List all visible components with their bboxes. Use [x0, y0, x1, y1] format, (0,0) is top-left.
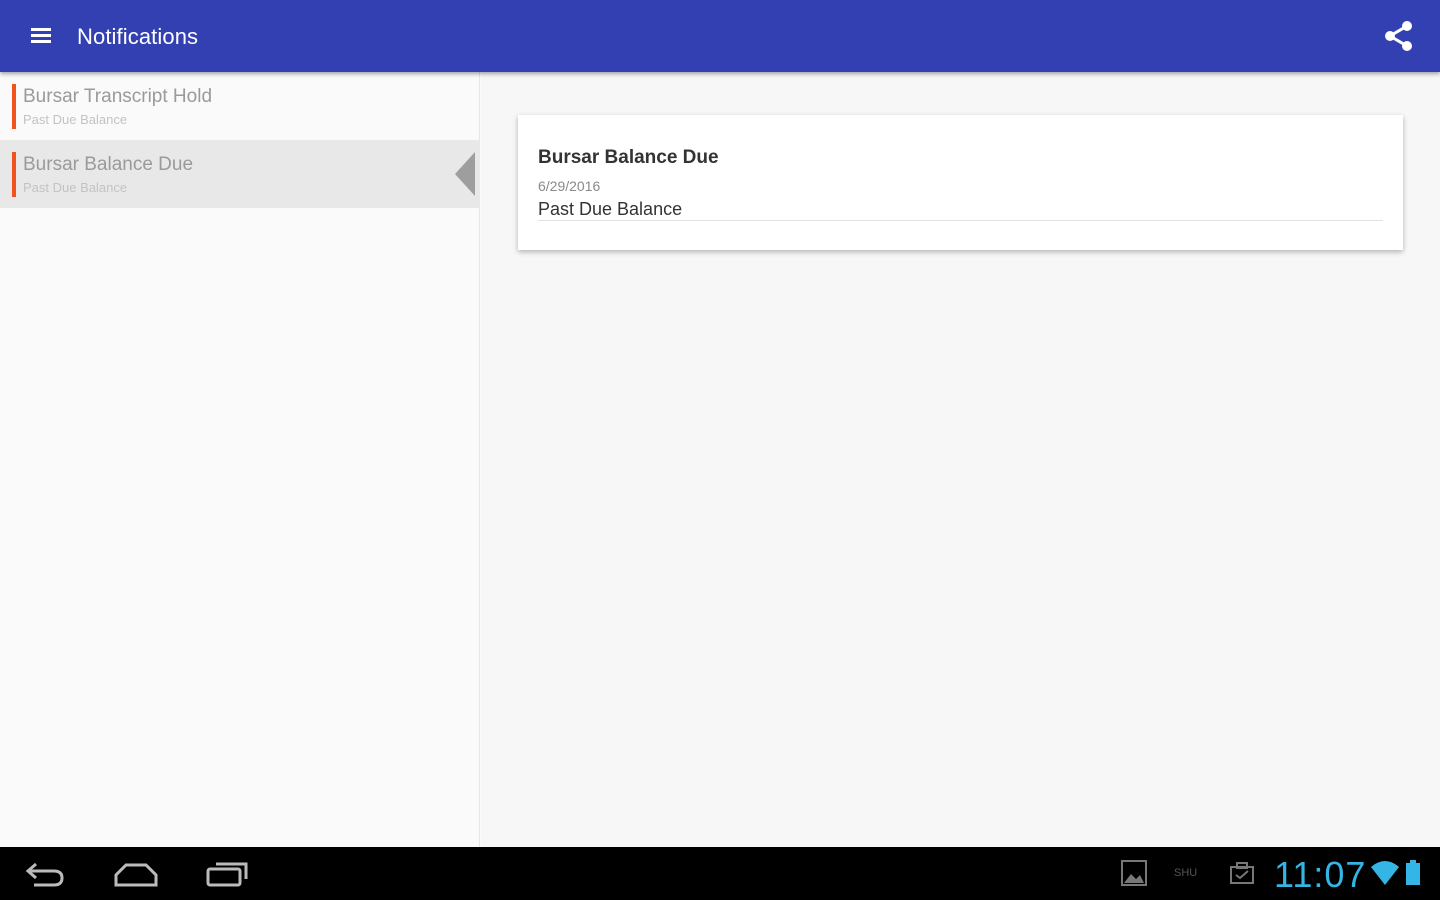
share-icon[interactable]	[1380, 18, 1418, 56]
priority-indicator	[12, 84, 16, 129]
wifi-icon	[1370, 859, 1400, 892]
recent-apps-icon[interactable]	[204, 855, 250, 896]
divider	[538, 220, 1383, 221]
system-bar: SHU 11:07	[0, 847, 1440, 900]
detail-body: Past Due Balance	[538, 199, 683, 219]
detail-pane: Bursar Balance Due 6/29/2016 Past Due Ba…	[481, 72, 1440, 847]
list-item-subtitle: Past Due Balance	[23, 112, 128, 127]
back-icon[interactable]	[24, 855, 68, 896]
selected-pointer-icon	[455, 152, 475, 196]
priority-indicator	[12, 152, 16, 197]
list-item-subtitle: Past Due Balance	[23, 180, 128, 195]
clock: 11:07	[1274, 854, 1367, 895]
notification-detail-card: Bursar Balance Due 6/29/2016 Past Due Ba…	[518, 115, 1403, 250]
battery-icon	[1404, 859, 1422, 892]
list-item-title: Bursar Balance Due	[23, 154, 194, 175]
app-bar: Notifications	[0, 0, 1440, 72]
gallery-notification-icon	[1120, 859, 1148, 892]
list-item[interactable]: Bursar Transcript Hold Past Due Balance	[0, 72, 480, 140]
list-item-title: Bursar Transcript Hold	[23, 86, 213, 107]
detail-date: 6/29/2016	[538, 178, 601, 194]
list-item[interactable]: Bursar Balance Due Past Due Balance	[0, 140, 480, 208]
home-icon[interactable]	[112, 855, 160, 896]
hamburger-menu-icon[interactable]	[28, 24, 54, 50]
detail-title: Bursar Balance Due	[538, 147, 719, 168]
page-title: Notifications	[77, 24, 199, 49]
status-text: SHU	[1174, 867, 1198, 879]
notification-list: Bursar Transcript Hold Past Due Balance …	[0, 72, 480, 847]
briefcase-notification-icon	[1228, 859, 1256, 892]
